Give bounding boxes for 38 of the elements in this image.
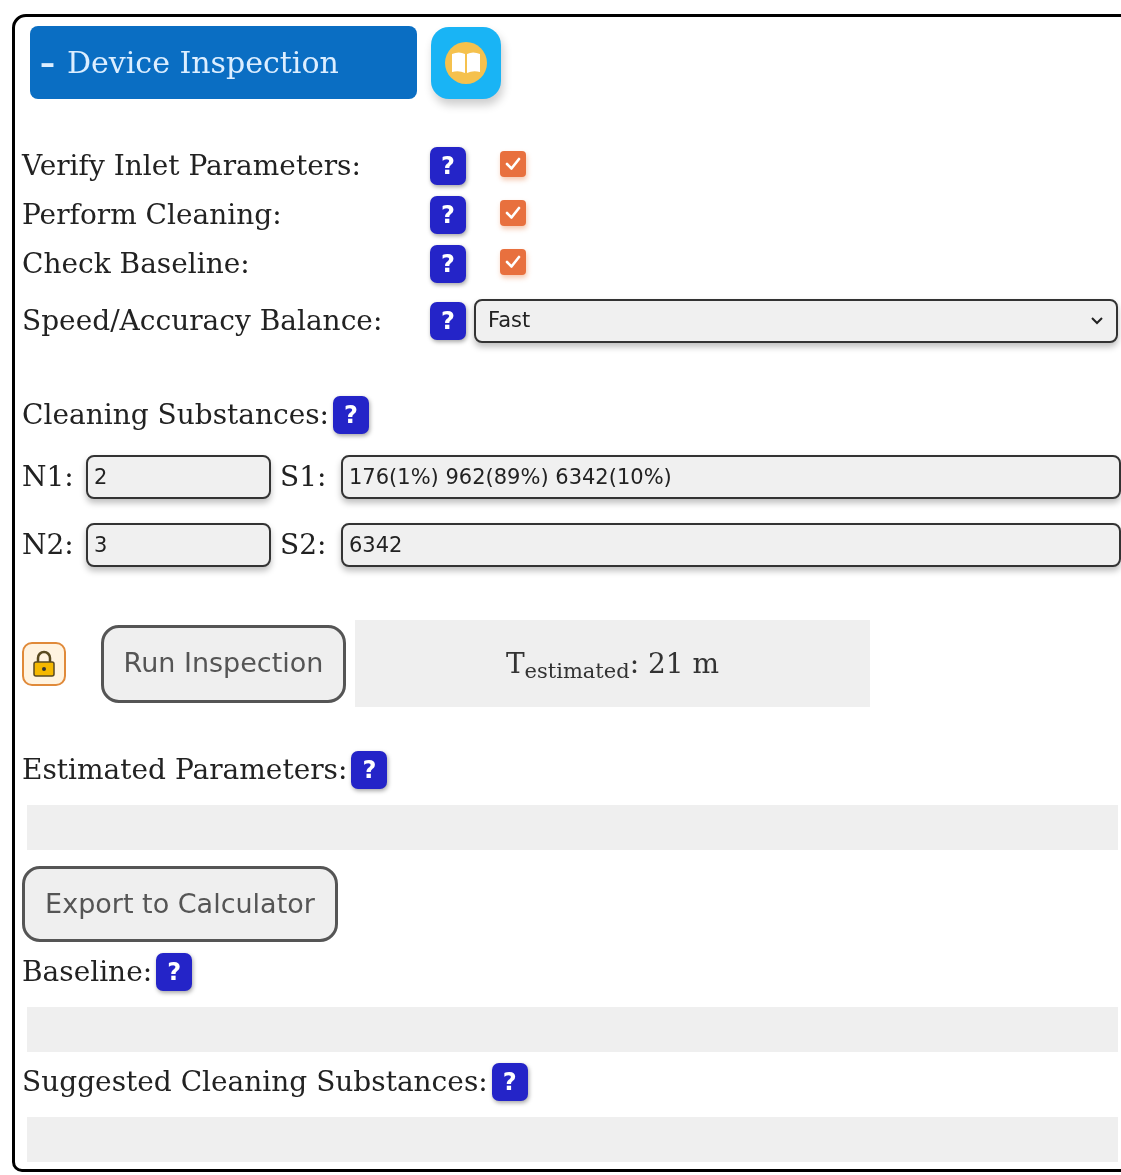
help-button[interactable]: ? [333, 396, 370, 434]
checkbox[interactable] [500, 249, 526, 275]
help-button[interactable]: ? [430, 195, 466, 234]
option-label: Check Baseline: [22, 245, 251, 282]
speed-select[interactable]: Fast [474, 298, 1118, 343]
lock-icon[interactable] [22, 641, 66, 686]
check-icon [504, 204, 522, 222]
field-label: S1: [280, 459, 328, 495]
section-label: Cleaning Substances: [22, 397, 330, 433]
field-label: N2: [22, 527, 75, 563]
section-label: Baseline: [22, 954, 153, 990]
help-button[interactable]: ? [351, 751, 388, 789]
help-button[interactable]: ? [491, 1063, 528, 1101]
checkbox[interactable] [500, 151, 526, 177]
checkbox[interactable] [500, 200, 526, 226]
help-button[interactable]: ? [430, 146, 466, 185]
section-label: Suggested Cleaning Substances: [22, 1064, 488, 1100]
substances-field[interactable]: 6342 [341, 523, 1121, 567]
option-label: Verify Inlet Parameters: [22, 147, 362, 184]
section-toggle-button[interactable]: – Device Inspection [30, 26, 417, 99]
check-icon [504, 155, 522, 173]
help-button[interactable]: ? [430, 244, 466, 283]
field-label: S2: [280, 527, 328, 563]
section-label: Estimated Parameters: [22, 752, 348, 788]
chevron-down-icon [1090, 315, 1104, 326]
check-icon [504, 253, 522, 271]
option-label: Speed/Accuracy Balance: [22, 302, 384, 339]
estimated-time: T$_{estimated}$: 21 m [355, 620, 870, 707]
book-icon[interactable] [431, 26, 501, 99]
help-button[interactable]: ? [156, 953, 193, 991]
count-field[interactable]: 3 [86, 523, 271, 567]
substances-field[interactable]: 176(1%) 962(89%) 6342(10%) [341, 455, 1121, 499]
run-inspection-button[interactable]: Run Inspection [101, 624, 346, 703]
option-label: Perform Cleaning: [22, 196, 283, 233]
field-label: N1: [22, 459, 75, 495]
count-field[interactable]: 2 [86, 455, 271, 499]
export-button[interactable]: Export to Calculator [22, 866, 338, 942]
help-button[interactable]: ? [430, 301, 466, 340]
